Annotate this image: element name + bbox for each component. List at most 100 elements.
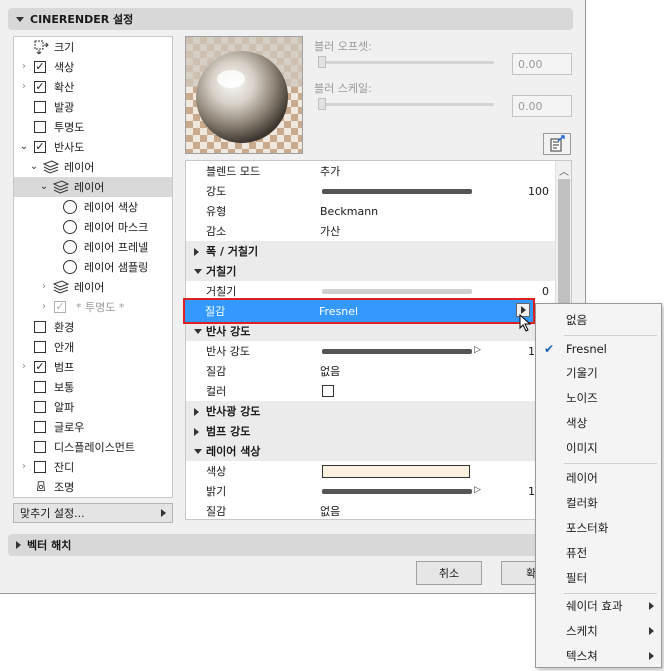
tree-item-alpha[interactable]: 알파 xyxy=(14,397,172,417)
tree-item-layer[interactable]: ⌄ 레이어 xyxy=(14,157,172,177)
checkbox-unchecked[interactable] xyxy=(34,101,46,113)
tree-item-diffusion[interactable]: › ✓ 확산 xyxy=(14,77,172,97)
tree-item-fog[interactable]: 안개 xyxy=(14,337,172,357)
chevron-right-icon[interactable]: › xyxy=(19,362,29,372)
tree-item-size[interactable]: 크기 xyxy=(14,37,172,57)
menu-item-color[interactable]: 색상 xyxy=(536,411,661,435)
tree-item-layer-sampling[interactable]: 레이어 샘플링 xyxy=(14,257,172,277)
export-button[interactable] xyxy=(543,133,571,155)
blur-offset-slider-thumb[interactable] xyxy=(318,56,326,68)
chevron-down-icon[interactable]: ⌄ xyxy=(19,142,29,152)
prop-type[interactable]: 유형 Beckmann xyxy=(186,201,555,221)
color-swatch[interactable] xyxy=(322,465,470,478)
checkbox-unchecked[interactable] xyxy=(34,421,46,433)
checkbox-unchecked[interactable] xyxy=(34,121,46,133)
tree-item-color[interactable]: › ✓ 색상 xyxy=(14,57,172,77)
cancel-button[interactable]: 취소 xyxy=(416,561,482,585)
menu-item-texture[interactable]: 텍스쳐 xyxy=(536,644,661,668)
tree-item-transparency[interactable]: 투명도 xyxy=(14,117,172,137)
menu-item-fresnel[interactable]: ✔ Fresnel xyxy=(536,337,661,361)
vector-hatch-section-header[interactable]: 벡터 해치 xyxy=(8,534,573,556)
tree-item-layer-fresnel[interactable]: 레이어 프레넬 xyxy=(14,237,172,257)
fit-settings-button[interactable]: 맞추기 설정... xyxy=(13,503,173,523)
checkbox-unchecked[interactable] xyxy=(34,381,46,393)
tree-item-layer-color[interactable]: 레이어 색상 xyxy=(14,197,172,217)
reflection-strength-slider[interactable] xyxy=(322,349,472,354)
slider-knob-icon[interactable]: ▷ xyxy=(474,485,481,495)
tree-item-normal[interactable]: 보통 xyxy=(14,377,172,397)
strength-fill xyxy=(322,189,472,194)
roughness-slider[interactable] xyxy=(322,289,472,294)
blur-scale-slider-thumb[interactable] xyxy=(318,98,326,110)
menu-item-filter[interactable]: 필터 xyxy=(536,566,661,590)
menu-item-image[interactable]: 이미지 xyxy=(536,436,661,460)
chevron-down-icon[interactable]: ⌄ xyxy=(29,162,39,172)
tree-item-grass[interactable]: › 잔디 xyxy=(14,457,172,477)
group-specular-strength[interactable]: 반사광 강도 xyxy=(186,401,555,421)
channel-tree: 크기 › ✓ 색상 › ✓ 확산 발광 투명도 ⌄ ✓ 반사도 ⌄ 레이어 ⌄ … xyxy=(13,36,173,498)
menu-item-shader-effects[interactable]: 쉐이더 효과 xyxy=(536,594,661,618)
blur-scale-slider[interactable] xyxy=(318,103,494,106)
checkbox-disabled: ✓ xyxy=(54,300,66,313)
blur-offset-input[interactable]: 0.00 xyxy=(512,53,572,75)
tree-item-displacement[interactable]: 디스플레이스먼트 xyxy=(14,437,172,457)
prop-blend-mode[interactable]: 블렌드 모드 추가 xyxy=(186,161,555,181)
checkbox-unchecked[interactable] xyxy=(34,461,46,473)
group-width-roughness[interactable]: 폭 / 거칠기 xyxy=(186,241,555,261)
tree-item-glow[interactable]: 글로우 xyxy=(14,417,172,437)
tree-item-transparency-disabled[interactable]: › ✓ * 투명도 * xyxy=(14,297,172,317)
tree-item-luminance[interactable]: 발광 xyxy=(14,97,172,117)
prop-strength[interactable]: 강도 100 xyxy=(186,181,555,201)
prop-reflection-strength[interactable]: 반사 강도 ▷ 100 xyxy=(186,341,555,361)
prop-brightness[interactable]: 밝기 ▷ 100 xyxy=(186,481,555,501)
tree-item-illumination[interactable]: 조명 xyxy=(14,477,172,497)
group-roughness[interactable]: 거칠기 xyxy=(186,261,555,281)
checkbox-checked[interactable]: ✓ xyxy=(34,141,46,153)
tree-item-layer-selected[interactable]: ⌄ 레이어 xyxy=(14,177,172,197)
checkbox-checked[interactable]: ✓ xyxy=(34,81,46,93)
tree-item-reflectance[interactable]: ⌄ ✓ 반사도 xyxy=(14,137,172,157)
checkbox-checked[interactable]: ✓ xyxy=(34,61,46,73)
prop-reflection-color[interactable]: 컬러 xyxy=(186,381,555,401)
brightness-slider[interactable] xyxy=(322,489,472,494)
menu-item-layer[interactable]: 레이어 xyxy=(536,466,661,490)
chevron-right-icon[interactable]: › xyxy=(39,282,49,292)
color-checkbox[interactable] xyxy=(322,385,334,397)
tree-item-bump[interactable]: › ✓ 범프 xyxy=(14,357,172,377)
prop-reflection-texture[interactable]: 질감 없음 xyxy=(186,361,555,381)
menu-item-gradient[interactable]: 기울기 xyxy=(536,361,661,385)
group-bump-strength[interactable]: 범프 강도 xyxy=(186,421,555,441)
chevron-right-icon[interactable]: › xyxy=(39,302,49,312)
blur-scale-input[interactable]: 0.00 xyxy=(512,95,572,117)
prop-texture-fresnel-selected[interactable]: 질감 Fresnel xyxy=(183,298,535,324)
menu-item-sketch[interactable]: 스케치 xyxy=(536,619,661,643)
chevron-right-icon[interactable]: › xyxy=(19,82,29,92)
strength-slider[interactable] xyxy=(322,189,472,194)
slider-knob-icon[interactable]: ▷ xyxy=(474,345,481,355)
menu-item-fusion[interactable]: 퓨전 xyxy=(536,541,661,565)
prop-layer-color[interactable]: 색상 xyxy=(186,461,555,481)
tree-item-layer-mask[interactable]: 레이어 마스크 xyxy=(14,217,172,237)
group-reflection-strength[interactable]: 반사 강도 xyxy=(186,321,555,341)
checkbox-unchecked[interactable] xyxy=(34,401,46,413)
checkbox-unchecked[interactable] xyxy=(34,441,46,453)
prop-layer-texture[interactable]: 질감 없음 xyxy=(186,501,555,519)
menu-item-noise[interactable]: 노이즈 xyxy=(536,386,661,410)
chevron-up-icon[interactable]: ︿ xyxy=(559,163,569,178)
group-layer-color[interactable]: 레이어 색상 xyxy=(186,441,555,461)
menu-item-none[interactable]: 없음 xyxy=(536,308,661,332)
checkbox-unchecked[interactable] xyxy=(34,321,46,333)
menu-item-colorize[interactable]: 컬러화 xyxy=(536,491,661,515)
cinerender-section-header[interactable]: CINERENDER 설정 xyxy=(8,8,573,30)
menu-item-posterize[interactable]: 포스터화 xyxy=(536,516,661,540)
prop-attenuation[interactable]: 감소 가산 xyxy=(186,221,555,241)
chevron-right-icon[interactable]: › xyxy=(19,62,29,72)
prop-roughness[interactable]: 거칠기 0 xyxy=(186,281,555,301)
chevron-right-icon[interactable]: › xyxy=(19,462,29,472)
checkbox-checked[interactable]: ✓ xyxy=(34,361,46,373)
chevron-down-icon[interactable]: ⌄ xyxy=(39,182,49,192)
checkbox-unchecked[interactable] xyxy=(34,341,46,353)
blur-offset-slider[interactable] xyxy=(318,61,494,64)
tree-item-layer-2[interactable]: › 레이어 xyxy=(14,277,172,297)
tree-item-environment[interactable]: 환경 xyxy=(14,317,172,337)
